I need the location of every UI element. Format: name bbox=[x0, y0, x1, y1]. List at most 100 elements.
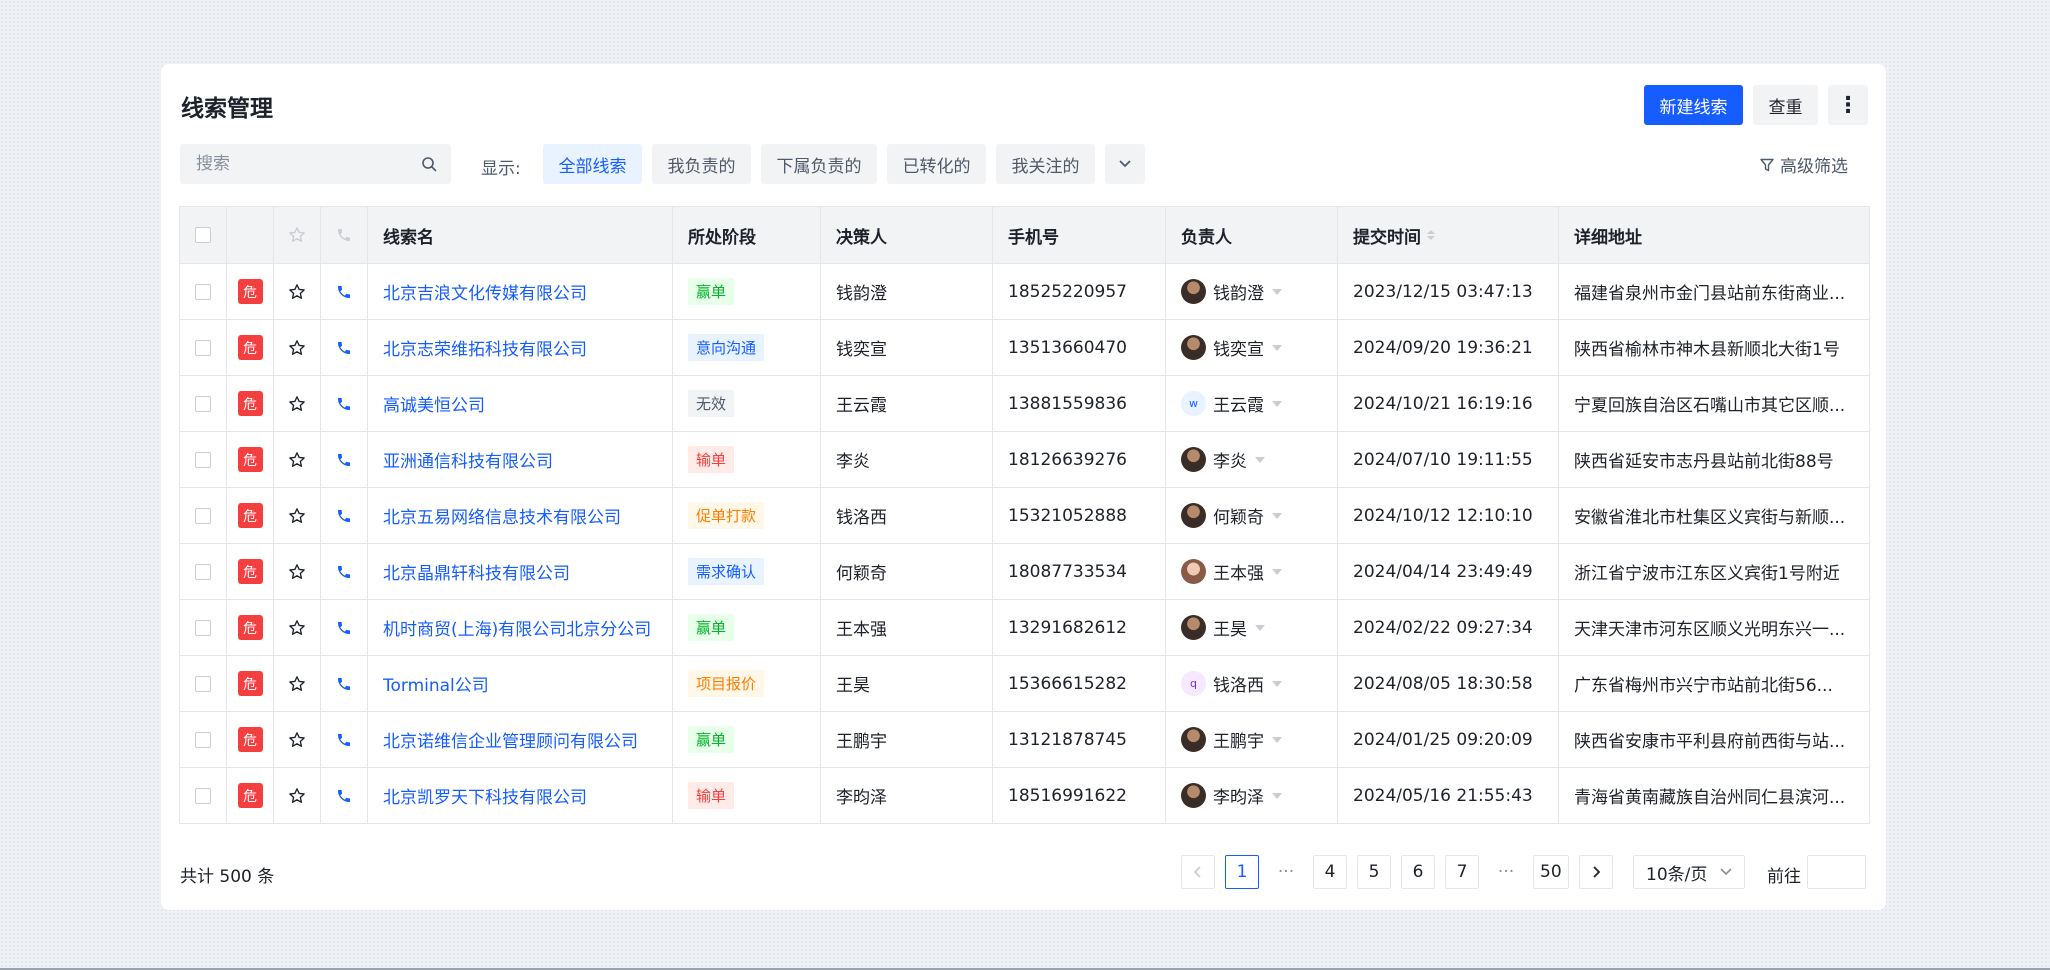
tab-converted-leads[interactable]: 已转化的 bbox=[887, 144, 986, 184]
table-row[interactable]: 危 北京志荣维拓科技有限公司 意向沟通 钱奕宣 13513660470 钱奕宣 … bbox=[180, 320, 1869, 376]
duplicate-check-button[interactable]: 查重 bbox=[1753, 85, 1818, 125]
tab-subordinate-leads[interactable]: 下属负责的 bbox=[761, 144, 877, 184]
page-5[interactable]: 5 bbox=[1357, 855, 1391, 889]
lead-name-link[interactable]: 北京志荣维拓科技有限公司 bbox=[383, 335, 587, 360]
owner-select[interactable]: w 王云霞 bbox=[1166, 376, 1338, 431]
row-checkbox[interactable] bbox=[195, 675, 211, 692]
table-row[interactable]: 危 Torminal公司 项目报价 王昊 15366615282 q 钱洛西 2… bbox=[180, 656, 1869, 712]
phone-icon[interactable] bbox=[336, 676, 352, 692]
page-size-select[interactable]: 10条/页 bbox=[1633, 855, 1745, 889]
star-icon[interactable] bbox=[288, 339, 306, 357]
tab-all-leads[interactable]: 全部线索 bbox=[543, 144, 642, 184]
row-checkbox[interactable] bbox=[195, 507, 211, 524]
caret-down-icon[interactable] bbox=[1255, 624, 1265, 631]
mobile-number: 18087733534 bbox=[993, 544, 1166, 599]
lead-name-link[interactable]: 机时商贸(上海)有限公司北京分公司 bbox=[383, 615, 651, 640]
caret-down-icon[interactable] bbox=[1272, 344, 1282, 351]
caret-down-icon[interactable] bbox=[1272, 680, 1282, 687]
page-ellipsis[interactable]: ··· bbox=[1269, 855, 1303, 889]
row-checkbox[interactable] bbox=[195, 787, 211, 804]
caret-down-icon[interactable] bbox=[1272, 400, 1282, 407]
decision-maker: 钱韵澄 bbox=[821, 264, 993, 319]
phone-icon[interactable] bbox=[336, 284, 352, 300]
star-icon[interactable] bbox=[288, 675, 306, 693]
owner-select[interactable]: 王本强 bbox=[1166, 544, 1338, 599]
star-icon[interactable] bbox=[288, 787, 306, 805]
table-row[interactable]: 危 北京吉浪文化传媒有限公司 赢单 钱韵澄 18525220957 钱韵澄 20… bbox=[180, 264, 1869, 320]
lead-name-link[interactable]: 北京吉浪文化传媒有限公司 bbox=[383, 279, 587, 304]
col-submit-time[interactable]: 提交时间 bbox=[1338, 207, 1559, 263]
page-7[interactable]: 7 bbox=[1445, 855, 1479, 889]
phone-icon[interactable] bbox=[336, 564, 352, 580]
owner-select[interactable]: 李昀泽 bbox=[1166, 768, 1338, 823]
owner-select[interactable]: 钱奕宣 bbox=[1166, 320, 1338, 375]
search-icon[interactable] bbox=[421, 156, 437, 172]
page-ellipsis[interactable]: ··· bbox=[1489, 855, 1523, 889]
table-row[interactable]: 危 高诚美恒公司 无效 王云霞 13881559836 w 王云霞 2024/1… bbox=[180, 376, 1869, 432]
owner-select[interactable]: 王昊 bbox=[1166, 600, 1338, 655]
lead-name-link[interactable]: 高诚美恒公司 bbox=[383, 391, 485, 416]
row-checkbox[interactable] bbox=[195, 283, 211, 300]
row-checkbox[interactable] bbox=[195, 619, 211, 636]
phone-icon[interactable] bbox=[336, 788, 352, 804]
caret-down-icon[interactable] bbox=[1272, 736, 1282, 743]
star-icon[interactable] bbox=[288, 563, 306, 581]
star-icon[interactable] bbox=[288, 731, 306, 749]
table-row[interactable]: 危 亚洲通信科技有限公司 输单 李炎 18126639276 李炎 2024/0… bbox=[180, 432, 1869, 488]
phone-icon[interactable] bbox=[336, 340, 352, 356]
phone-icon[interactable] bbox=[336, 620, 352, 636]
table-row[interactable]: 危 北京凯罗天下科技有限公司 输单 李昀泽 18516991622 李昀泽 20… bbox=[180, 768, 1869, 824]
lead-name-link[interactable]: 亚洲通信科技有限公司 bbox=[383, 447, 553, 472]
row-checkbox[interactable] bbox=[195, 451, 211, 468]
lead-name-link[interactable]: 北京凯罗天下科技有限公司 bbox=[383, 783, 587, 808]
next-page-button[interactable] bbox=[1579, 855, 1613, 889]
goto-page-input[interactable] bbox=[1807, 855, 1866, 889]
row-checkbox[interactable] bbox=[195, 395, 211, 412]
tab-followed-leads[interactable]: 我关注的 bbox=[996, 144, 1095, 184]
owner-select[interactable]: 王鹏宇 bbox=[1166, 712, 1338, 767]
select-all-checkbox[interactable] bbox=[195, 227, 211, 243]
owner-select[interactable]: 何颖奇 bbox=[1166, 488, 1338, 543]
search-box[interactable] bbox=[180, 144, 451, 184]
row-checkbox[interactable] bbox=[195, 563, 211, 580]
page-6[interactable]: 6 bbox=[1401, 855, 1435, 889]
star-icon[interactable] bbox=[288, 451, 306, 469]
lead-name-link[interactable]: 北京晶鼎轩科技有限公司 bbox=[383, 559, 570, 584]
table-row[interactable]: 危 北京晶鼎轩科技有限公司 需求确认 何颖奇 18087733534 王本强 2… bbox=[180, 544, 1869, 600]
owner-select[interactable]: 李炎 bbox=[1166, 432, 1338, 487]
new-lead-button[interactable]: 新建线索 bbox=[1644, 85, 1743, 125]
star-icon[interactable] bbox=[288, 507, 306, 525]
lead-name-link[interactable]: Torminal公司 bbox=[383, 671, 489, 696]
row-checkbox[interactable] bbox=[195, 339, 211, 356]
tab-my-leads[interactable]: 我负责的 bbox=[652, 144, 751, 184]
phone-icon[interactable] bbox=[336, 452, 352, 468]
phone-icon[interactable] bbox=[336, 732, 352, 748]
page-4[interactable]: 4 bbox=[1313, 855, 1347, 889]
star-icon[interactable] bbox=[288, 619, 306, 637]
row-checkbox[interactable] bbox=[195, 731, 211, 748]
prev-page-button[interactable] bbox=[1181, 855, 1215, 889]
more-options-button[interactable]: ⋮ bbox=[1828, 85, 1868, 125]
star-icon[interactable] bbox=[288, 395, 306, 413]
owner-select[interactable]: q 钱洛西 bbox=[1166, 656, 1338, 711]
caret-down-icon[interactable] bbox=[1272, 568, 1282, 575]
lead-name-link[interactable]: 北京五易网络信息技术有限公司 bbox=[383, 503, 621, 528]
star-icon[interactable] bbox=[288, 283, 306, 301]
table-row[interactable]: 危 机时商贸(上海)有限公司北京分公司 赢单 王本强 13291682612 王… bbox=[180, 600, 1869, 656]
caret-down-icon[interactable] bbox=[1272, 512, 1282, 519]
caret-down-icon[interactable] bbox=[1255, 456, 1265, 463]
search-input[interactable] bbox=[194, 153, 421, 175]
phone-icon[interactable] bbox=[336, 396, 352, 412]
owner-select[interactable]: 钱韵澄 bbox=[1166, 264, 1338, 319]
page-50[interactable]: 50 bbox=[1533, 855, 1569, 889]
lead-name-link[interactable]: 北京诺维信企业管理顾问有限公司 bbox=[383, 727, 638, 752]
sort-icon[interactable] bbox=[1427, 230, 1435, 240]
advanced-filter-button[interactable]: 高级筛选 bbox=[1760, 152, 1848, 177]
phone-icon[interactable] bbox=[336, 508, 352, 524]
table-row[interactable]: 危 北京诺维信企业管理顾问有限公司 赢单 王鹏宇 13121878745 王鹏宇… bbox=[180, 712, 1869, 768]
page-1[interactable]: 1 bbox=[1225, 855, 1259, 889]
tabs-expand-button[interactable] bbox=[1105, 144, 1145, 184]
table-row[interactable]: 危 北京五易网络信息技术有限公司 促单打款 钱洛西 15321052888 何颖… bbox=[180, 488, 1869, 544]
caret-down-icon[interactable] bbox=[1272, 288, 1282, 295]
caret-down-icon[interactable] bbox=[1272, 792, 1282, 799]
